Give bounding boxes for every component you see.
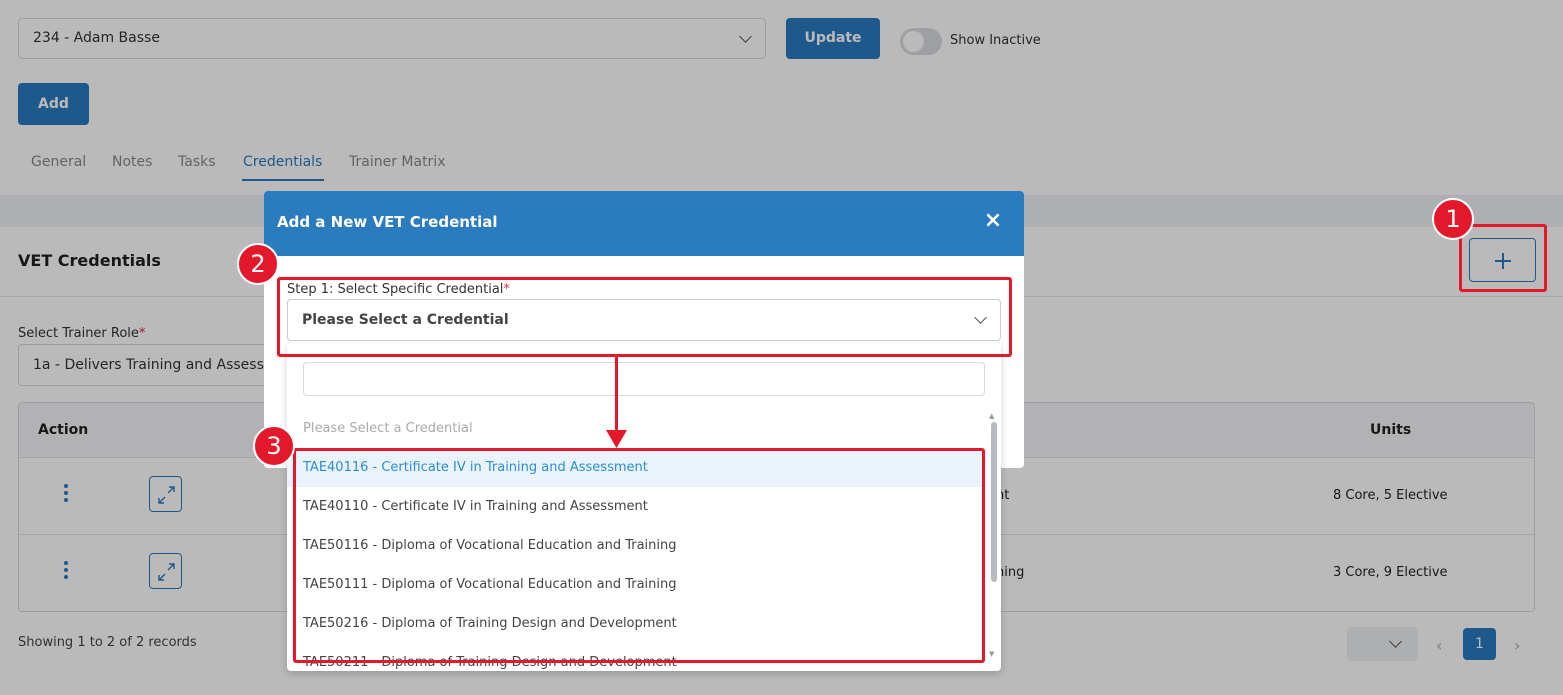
annotation-arrow-line [615, 357, 618, 437]
close-icon[interactable]: × [980, 208, 1006, 234]
modal-title: Add a New VET Credential [277, 213, 498, 231]
scroll-down-icon[interactable]: ▼ [989, 650, 994, 658]
annotation-badge-1: 1 [1432, 198, 1474, 240]
annotation-box-3 [293, 448, 985, 663]
annotation-box-2 [277, 277, 1012, 357]
modal-header: Add a New VET Credential × [264, 191, 1024, 256]
annotation-box-1 [1459, 224, 1547, 292]
annotation-badge-2: 2 [237, 243, 279, 285]
annotation-badge-3: 3 [253, 425, 295, 467]
scroll-up-icon[interactable]: ▲ [989, 412, 994, 420]
dropdown-search-input[interactable] [303, 362, 985, 396]
scrollbar-thumb[interactable] [991, 422, 997, 582]
dropdown-placeholder-option[interactable]: Please Select a Credential [303, 421, 473, 436]
annotation-arrow-head-icon [606, 430, 627, 448]
